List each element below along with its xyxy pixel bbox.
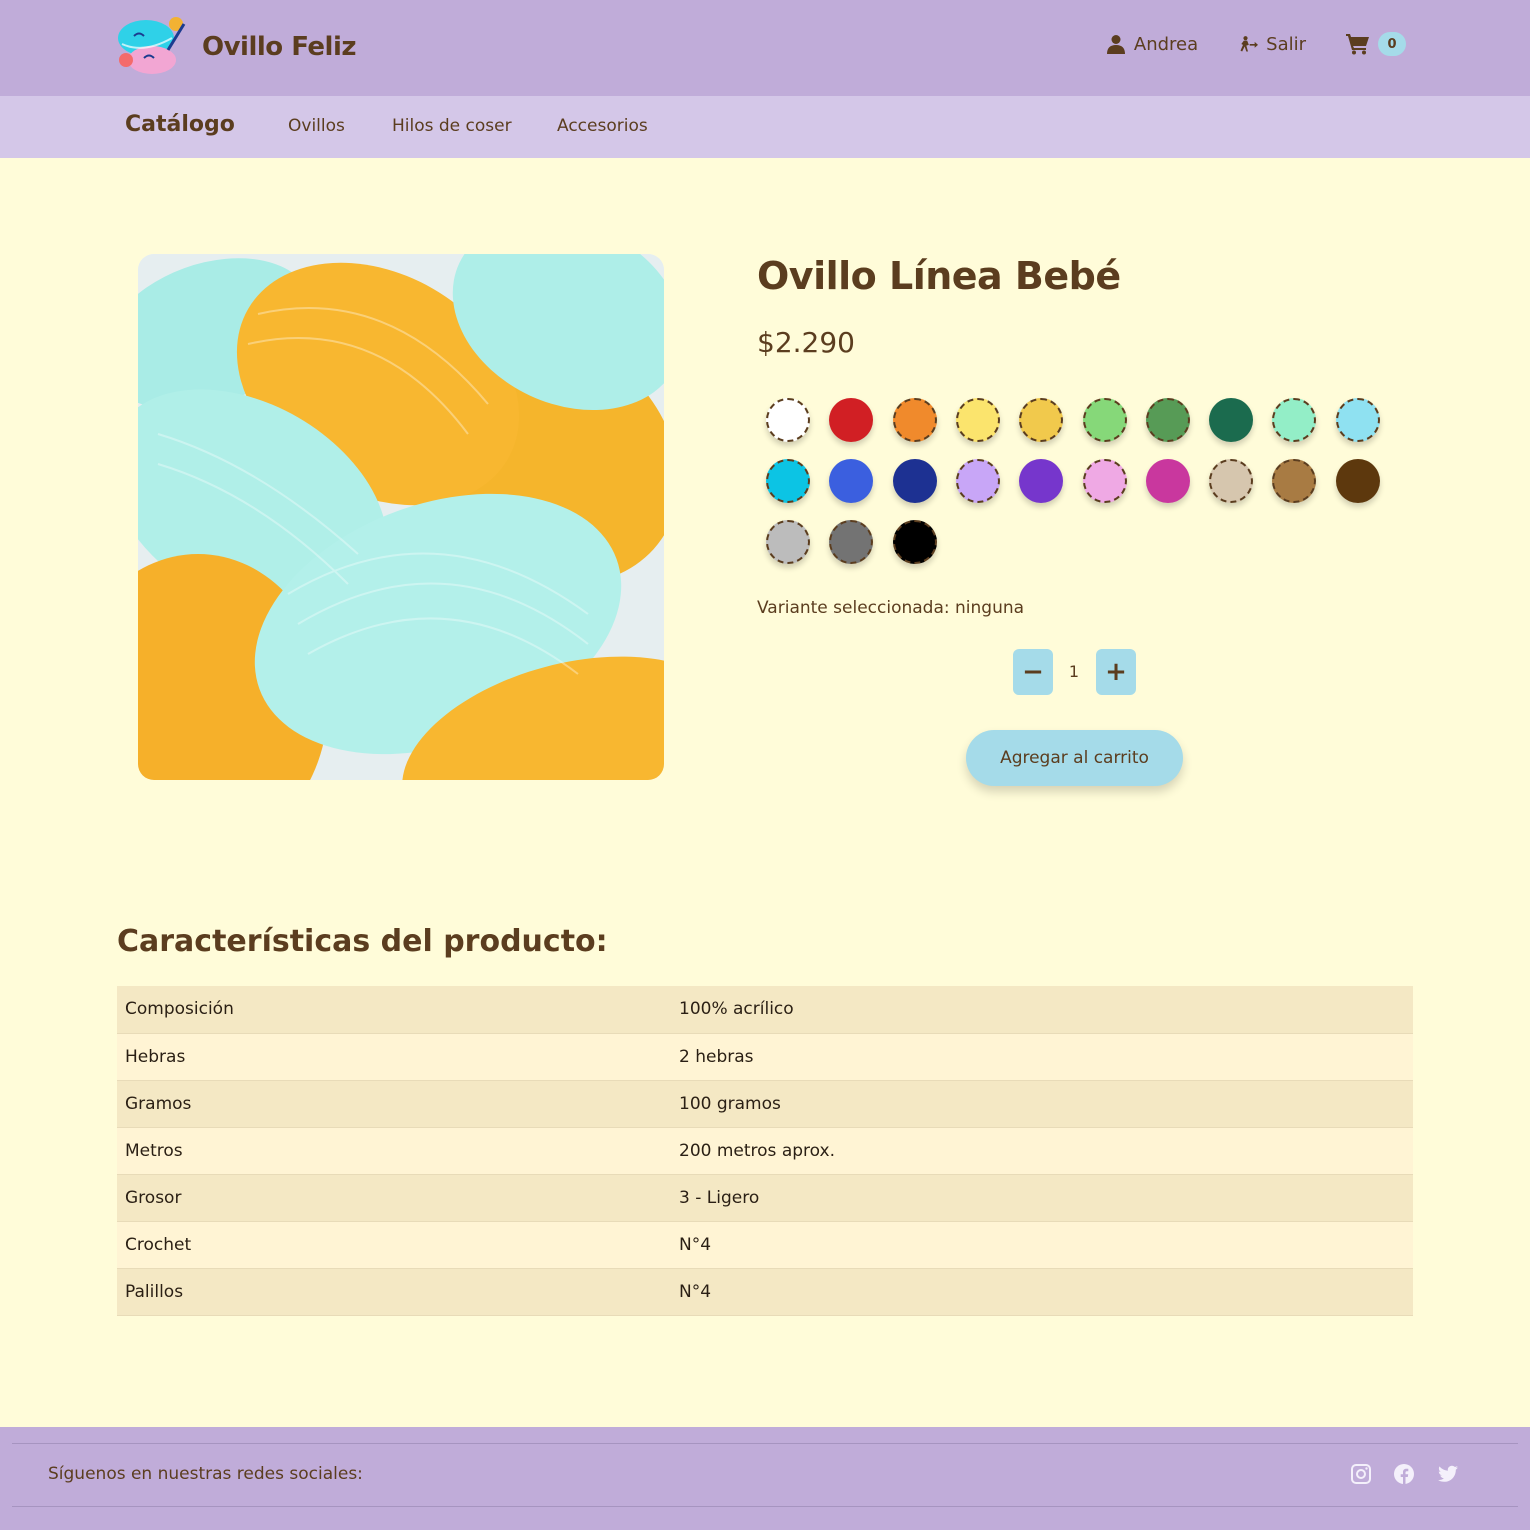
product-price: $2.290 — [757, 326, 855, 359]
row-value: N°4 — [671, 1268, 1413, 1316]
color-swatch[interactable] — [1209, 398, 1253, 442]
cart-button[interactable]: 0 — [1346, 32, 1406, 56]
color-swatch[interactable] — [829, 398, 873, 442]
characteristics-title: Características del producto: — [117, 924, 608, 959]
row-value: 200 metros aprox. — [671, 1127, 1413, 1175]
product-image — [138, 254, 664, 780]
footer-divider — [12, 1443, 1518, 1444]
table-row: Crochet N°4 — [117, 1221, 1413, 1269]
logout-label: Salir — [1266, 33, 1306, 55]
row-key: Metros — [117, 1127, 671, 1175]
row-value: 3 - Ligero — [671, 1174, 1413, 1222]
user-icon — [1106, 35, 1125, 54]
color-swatch[interactable] — [893, 398, 937, 442]
row-key: Grosor — [117, 1174, 671, 1222]
table-row: Composición 100% acrílico — [117, 986, 1413, 1034]
color-swatch[interactable] — [766, 398, 810, 442]
row-value: 100 gramos — [671, 1080, 1413, 1128]
table-row: Palillos N°4 — [117, 1268, 1413, 1316]
table-row: Hebras 2 hebras — [117, 1033, 1413, 1081]
row-value: 2 hebras — [671, 1033, 1413, 1081]
site-footer: Síguenos en nuestras redes sociales: — [0, 1427, 1530, 1530]
color-swatch[interactable] — [766, 520, 810, 564]
nav-link-ovillos[interactable]: Ovillos — [288, 116, 345, 136]
characteristics-table: Composición 100% acrílico Hebras 2 hebra… — [117, 986, 1413, 1316]
color-swatch[interactable] — [1083, 459, 1127, 503]
row-value: N°4 — [671, 1221, 1413, 1269]
brand-title: Ovillo Feliz — [202, 32, 357, 62]
quantity-decrease-button[interactable]: − — [1013, 649, 1053, 695]
color-swatch[interactable] — [956, 459, 1000, 503]
color-swatch[interactable] — [1019, 398, 1063, 442]
top-header: Ovillo Feliz Andrea Salir 0 — [0, 0, 1530, 96]
table-row: Metros 200 metros aprox. — [117, 1127, 1413, 1175]
catalog-brand-link[interactable]: Catálogo — [125, 112, 235, 137]
color-swatch[interactable] — [1209, 459, 1253, 503]
catalog-nav: Catálogo Ovillos Hilos de coser Accesori… — [0, 96, 1530, 158]
color-swatch[interactable] — [893, 520, 937, 564]
color-swatch[interactable] — [893, 459, 937, 503]
selected-variant-text: Variante seleccionada: ninguna — [757, 598, 1025, 618]
plus-icon: + — [1105, 657, 1127, 687]
product-title: Ovillo Línea Bebé — [757, 254, 1121, 298]
add-to-cart-button[interactable]: Agregar al carrito — [966, 730, 1183, 786]
user-nav: Andrea Salir 0 — [1106, 32, 1406, 56]
color-swatch[interactable] — [1146, 459, 1190, 503]
color-swatch[interactable] — [1146, 398, 1190, 442]
row-key: Palillos — [117, 1268, 671, 1316]
color-swatch[interactable] — [1336, 459, 1380, 503]
row-key: Gramos — [117, 1080, 671, 1128]
nav-link-accesorios[interactable]: Accesorios — [557, 116, 648, 136]
color-swatch[interactable] — [829, 459, 873, 503]
color-swatch[interactable] — [766, 459, 810, 503]
logout-link[interactable]: Salir — [1238, 34, 1306, 55]
color-swatch[interactable] — [1019, 459, 1063, 503]
user-profile-link[interactable]: Andrea — [1106, 34, 1198, 55]
color-swatch[interactable] — [1272, 459, 1316, 503]
footer-social-text: Síguenos en nuestras redes sociales: — [48, 1464, 363, 1484]
row-key: Composición — [117, 986, 671, 1034]
nav-link-hilos-de-coser[interactable]: Hilos de coser — [392, 116, 512, 136]
quantity-increase-button[interactable]: + — [1096, 649, 1136, 695]
table-row: Gramos 100 gramos — [117, 1080, 1413, 1128]
color-swatch[interactable] — [829, 520, 873, 564]
row-key: Hebras — [117, 1033, 671, 1081]
color-swatch[interactable] — [1336, 398, 1380, 442]
table-row: Grosor 3 - Ligero — [117, 1174, 1413, 1222]
exit-running-icon — [1240, 36, 1259, 52]
footer-divider — [12, 1506, 1518, 1507]
minus-icon: − — [1022, 657, 1044, 687]
twitter-icon[interactable] — [1437, 1463, 1459, 1485]
user-name: Andrea — [1133, 33, 1199, 55]
cart-count-badge: 0 — [1378, 32, 1406, 56]
facebook-icon[interactable] — [1393, 1463, 1415, 1485]
row-value: 100% acrílico — [671, 986, 1413, 1034]
brand-logo-link[interactable]: Ovillo Feliz — [114, 14, 357, 80]
color-swatch[interactable] — [1083, 398, 1127, 442]
color-swatch[interactable] — [956, 398, 1000, 442]
shopping-cart-icon — [1346, 34, 1369, 55]
yarn-logo-icon — [114, 14, 188, 80]
instagram-icon[interactable] — [1350, 1463, 1372, 1485]
color-swatch[interactable] — [1272, 398, 1316, 442]
quantity-value: 1 — [1068, 662, 1080, 681]
row-key: Crochet — [117, 1221, 671, 1269]
